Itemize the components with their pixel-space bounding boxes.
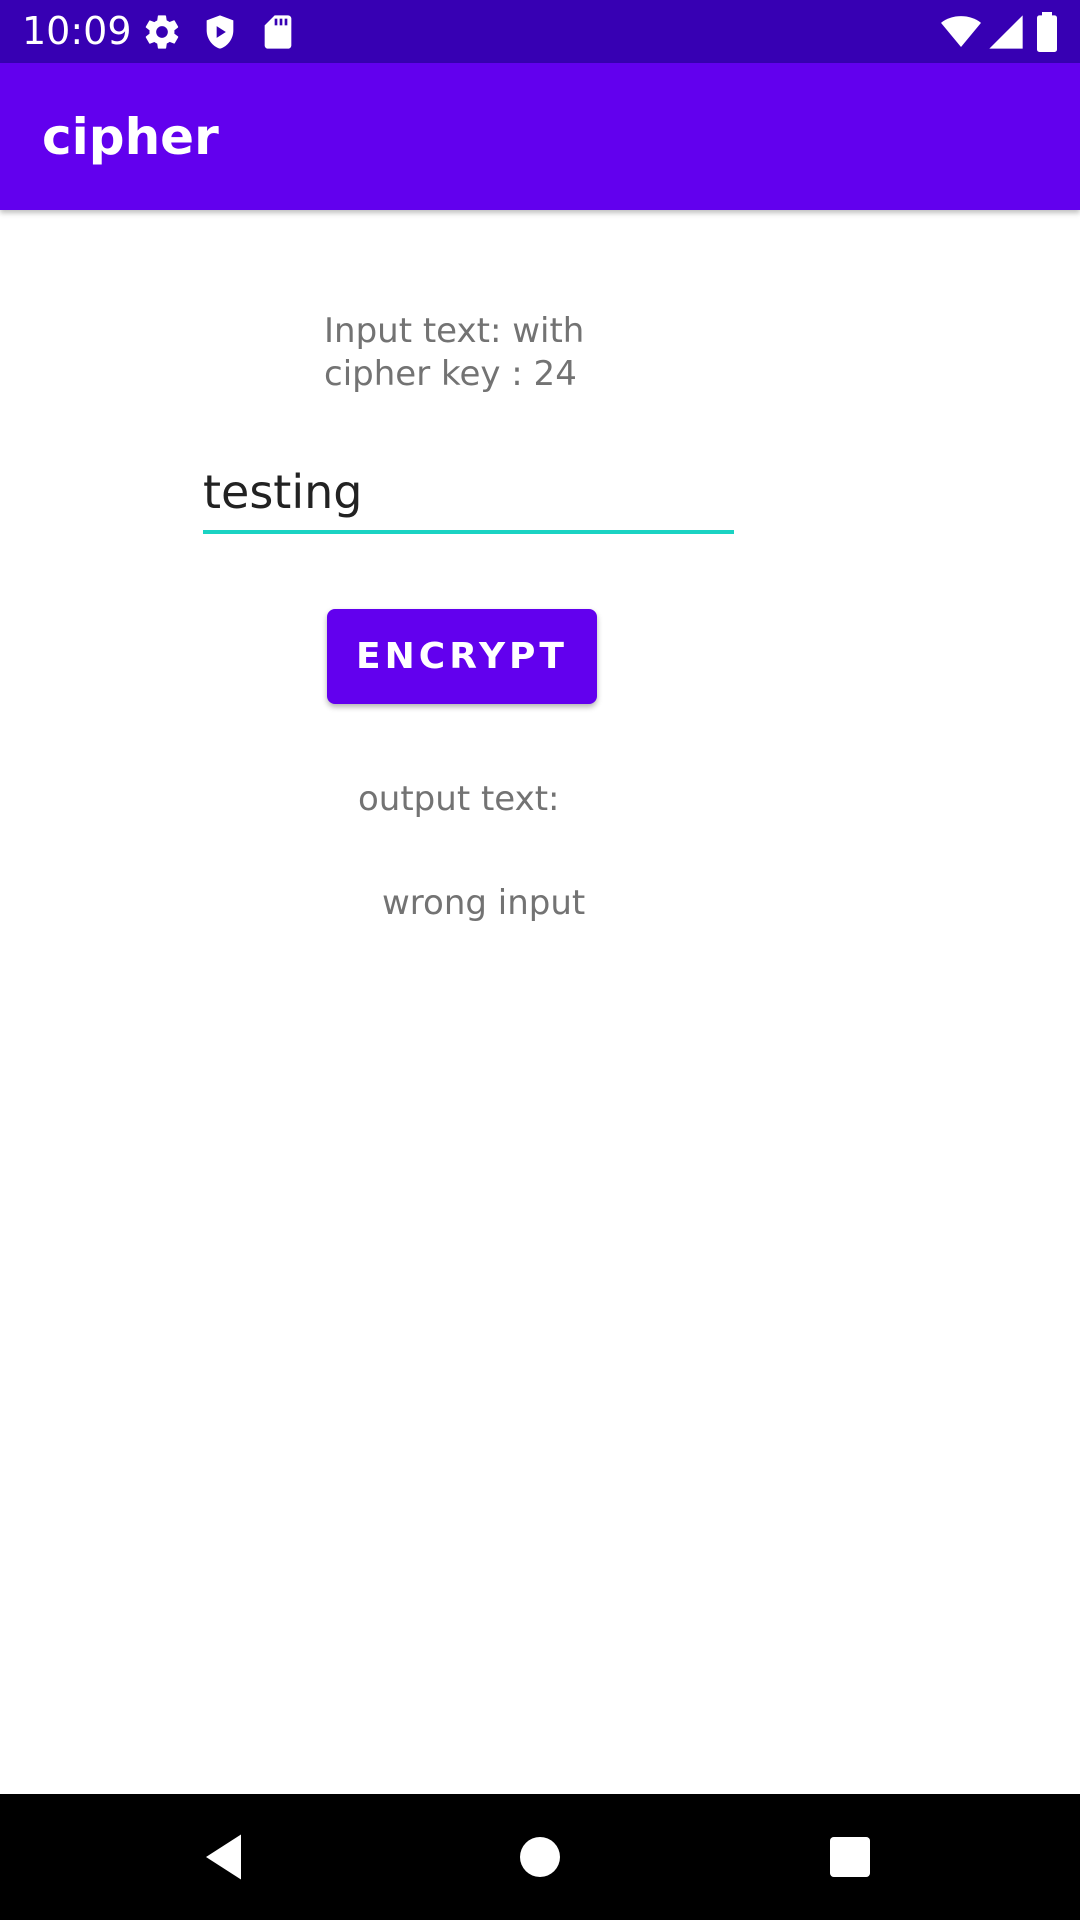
home-icon[interactable] bbox=[510, 1827, 570, 1887]
input-text-value[interactable]: testing bbox=[203, 464, 362, 520]
encrypt-button[interactable]: ENCRYPT bbox=[327, 609, 597, 704]
sd-card-icon bbox=[258, 12, 298, 52]
app-title: cipher bbox=[42, 108, 219, 166]
navigation-bar bbox=[0, 1794, 1080, 1920]
status-time: 10:09 bbox=[22, 9, 132, 53]
shield-icon bbox=[200, 12, 240, 52]
recents-icon[interactable] bbox=[820, 1827, 880, 1887]
app-bar: cipher bbox=[0, 63, 1080, 210]
input-underline bbox=[203, 530, 734, 534]
status-bar: 10:09 bbox=[0, 0, 1080, 63]
battery-icon bbox=[1034, 12, 1074, 53]
cell-signal-icon bbox=[986, 12, 1026, 52]
input-text-field[interactable]: testing bbox=[203, 456, 734, 534]
gear-icon bbox=[142, 12, 182, 52]
wifi-icon bbox=[940, 12, 981, 52]
app-screen: 10:09 cipher Input text: with cipher key… bbox=[0, 0, 1080, 1920]
back-icon[interactable] bbox=[196, 1827, 256, 1887]
input-label: Input text: with cipher key : 24 bbox=[324, 311, 585, 394]
output-value: wrong input bbox=[382, 883, 586, 923]
output-label: output text: bbox=[358, 779, 560, 819]
